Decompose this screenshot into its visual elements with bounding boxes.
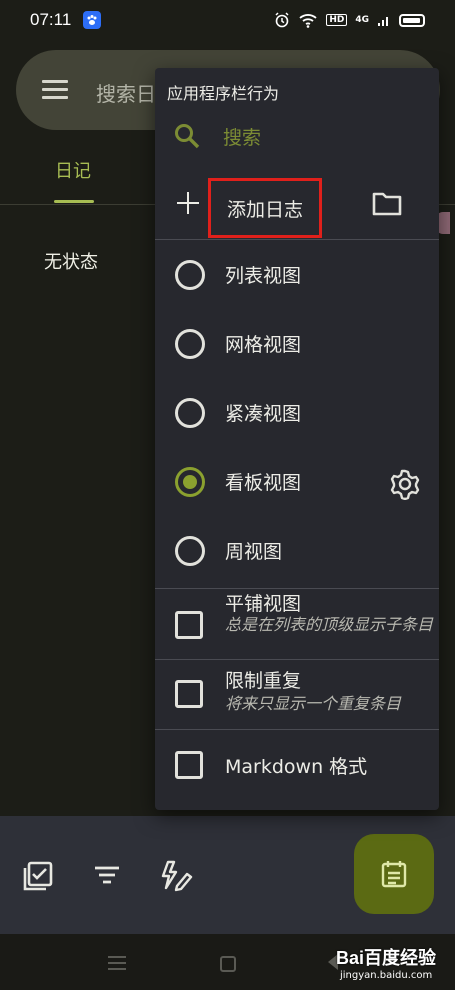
- watermark: Bai百度经验 jingyan.baidu.com: [336, 944, 448, 988]
- radio-button[interactable]: [175, 398, 205, 428]
- view-option-list[interactable]: 列表视图: [155, 245, 439, 307]
- option-limit-recurring[interactable]: 限制重复 将来只显示一个重复条目: [155, 660, 439, 728]
- view-option-grid[interactable]: 网格视图: [155, 314, 439, 376]
- baidu-app-icon: [83, 11, 102, 29]
- battery-icon: [399, 13, 425, 27]
- folder-icon[interactable]: [371, 190, 403, 218]
- radio-button[interactable]: [175, 536, 205, 566]
- add-journal-label: 添加日志: [226, 198, 303, 221]
- checkbox[interactable]: [175, 751, 203, 779]
- option-flat-view[interactable]: 平铺视图 总是在列表的顶级显示子条目: [155, 589, 439, 659]
- signal-icon: [378, 17, 388, 26]
- option-label: 平铺视图: [225, 593, 302, 615]
- status-bar: 07:11 HD 4G: [0, 0, 455, 40]
- hd-badge: HD: [326, 14, 348, 26]
- view-option-label: 列表视图: [225, 265, 302, 287]
- radio-button-selected[interactable]: [175, 467, 205, 497]
- watermark-url: jingyan.baidu.com: [340, 970, 433, 981]
- view-option-compact[interactable]: 紧凑视图: [155, 383, 439, 445]
- menu-add-row: 添加日志: [155, 178, 439, 238]
- menu-title: 应用程序栏行为: [167, 84, 280, 103]
- option-description: 将来只显示一个重复条目: [225, 694, 402, 713]
- menu-divider: [155, 239, 439, 240]
- tab-indicator: [54, 200, 94, 203]
- option-description: 总是在列表的顶级显示子条目: [225, 615, 434, 634]
- quick-edit-icon[interactable]: [160, 860, 194, 892]
- option-markdown[interactable]: Markdown 格式: [155, 730, 439, 802]
- plus-icon[interactable]: [177, 192, 199, 214]
- select-all-icon[interactable]: [22, 860, 54, 892]
- status-icons: HD 4G: [274, 12, 425, 28]
- alarm-icon: [275, 12, 289, 28]
- view-option-week[interactable]: 周视图: [155, 521, 439, 583]
- option-label: Markdown 格式: [225, 756, 368, 778]
- tab-journal-label: 日记: [55, 161, 91, 182]
- search-placeholder: 搜索日: [96, 82, 156, 106]
- radio-button[interactable]: [175, 329, 205, 359]
- menu-search-label: 搜索: [223, 126, 262, 149]
- hamburger-menu-icon[interactable]: [42, 80, 68, 100]
- nav-home-icon[interactable]: [220, 956, 236, 972]
- search-icon: [175, 124, 200, 149]
- signal-label: 4G: [355, 15, 369, 25]
- wifi-icon: [299, 14, 317, 28]
- view-option-label: 看板视图: [225, 472, 302, 494]
- app-bar-behavior-menu: 应用程序栏行为 搜索 添加日志 列表视图 网格视图 紧凑视图 看板视图 周视图 …: [155, 68, 439, 810]
- view-option-kanban[interactable]: 看板视图: [155, 452, 439, 514]
- view-option-label: 网格视图: [225, 334, 302, 356]
- radio-button[interactable]: [175, 260, 205, 290]
- view-option-label: 周视图: [225, 541, 283, 563]
- option-label: 限制重复: [225, 670, 302, 692]
- status-time: 07:11: [30, 10, 72, 29]
- new-journal-fab[interactable]: [354, 834, 434, 914]
- nav-recents-icon[interactable]: [108, 956, 126, 970]
- watermark-logo: Bai百度经验: [336, 948, 437, 968]
- checkbox[interactable]: [175, 680, 203, 708]
- add-journal-button[interactable]: 添加日志: [208, 178, 322, 238]
- status-group-heading: 无状态: [44, 252, 98, 273]
- filter-icon[interactable]: [92, 860, 122, 890]
- checkbox[interactable]: [175, 611, 203, 639]
- menu-search-item[interactable]: 搜索: [173, 118, 261, 154]
- journal-icon: [381, 861, 407, 888]
- gear-icon[interactable]: [389, 468, 421, 500]
- tab-journal[interactable]: 日记: [38, 157, 108, 205]
- view-option-label: 紧凑视图: [225, 403, 302, 425]
